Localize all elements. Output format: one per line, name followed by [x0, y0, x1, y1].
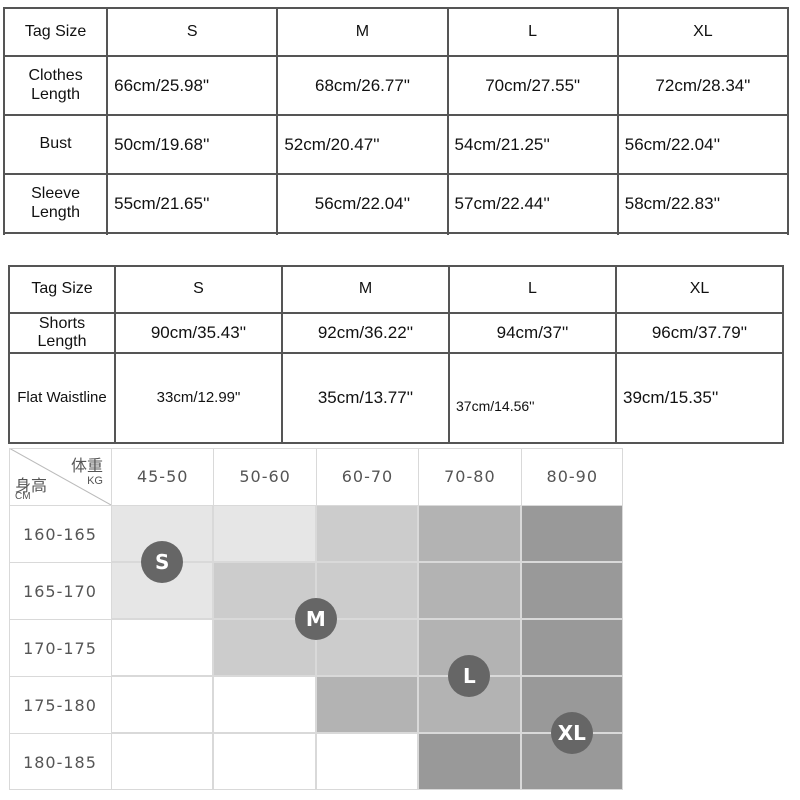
height-range-header: 175-180 — [9, 676, 111, 733]
chart-cell — [315, 676, 419, 733]
weight-range-header: 80-90 — [520, 448, 623, 505]
height-weight-size-chart: 体重 KG 身高 CM 45-50 50-60 60-70 70-80 80-90 160… — [9, 448, 623, 790]
chart-cell — [520, 562, 623, 619]
cell-value: 90cm/35.43'' — [114, 312, 283, 354]
weight-range-header: 60-70 — [315, 448, 418, 505]
size-badge-xl: XL — [550, 712, 593, 754]
height-unit: CM — [15, 491, 31, 502]
row-label-clothes-length: Clothes Length — [2, 55, 109, 116]
chart-cell — [213, 733, 316, 790]
cell-value: 50cm/19.68'' — [106, 114, 279, 175]
label-line: Length — [31, 85, 81, 103]
weight-range-header: 70-80 — [418, 448, 520, 505]
label-line: Shorts — [38, 314, 86, 332]
header-size-s: S — [106, 7, 279, 57]
cell-value: 56cm/22.04'' — [616, 114, 790, 175]
chart-cell — [213, 505, 316, 562]
cell-value: 55cm/21.65'' — [106, 173, 279, 234]
height-range-header: 180-185 — [9, 733, 111, 790]
cell-value: 39cm/15.35'' — [615, 352, 784, 444]
cell-value: 57cm/22.44'' — [446, 173, 619, 234]
chart-cell — [520, 505, 623, 562]
header-size-l: L — [446, 7, 619, 57]
table-row: Shorts Length 90cm/35.43'' 92cm/36.22'' 9… — [8, 312, 784, 354]
chart-cell — [315, 505, 419, 562]
chart-cell — [111, 619, 214, 676]
top-size-table: Tag Size S M L XL Clothes Length 66cm/25.… — [2, 7, 790, 235]
size-badge-m: M — [294, 598, 337, 640]
cell-value: 70cm/27.55" — [446, 55, 619, 116]
chart-cell — [315, 733, 419, 790]
chart-cell — [418, 505, 521, 562]
height-range-header: 165-170 — [9, 562, 111, 619]
weight-unit: KG — [87, 475, 103, 487]
cell-value: 33cm/12.99" — [114, 352, 283, 444]
chart-corner-header: 体重 KG 身高 CM — [9, 448, 111, 505]
chart-cell — [213, 676, 316, 733]
header-tag-size: Tag Size — [2, 7, 109, 57]
cell-value: 96cm/37.79'' — [615, 312, 784, 354]
cell-value: 94cm/37'' — [448, 312, 617, 354]
cell-value: 35cm/13.77'' — [281, 352, 450, 444]
chart-cell — [520, 619, 623, 676]
size-badge-l: L — [448, 655, 491, 697]
table-tail-row — [2, 232, 790, 235]
cell-value: 72cm/28.34" — [616, 55, 790, 116]
bottom-size-table: Tag Size S M L XL Shorts Length 90cm/35.4… — [8, 265, 784, 444]
header-tag-size: Tag Size — [8, 265, 116, 314]
empty-cell — [616, 232, 790, 235]
chart-cell — [418, 562, 521, 619]
height-range-header: 160-165 — [9, 505, 111, 562]
row-label-shorts-length: Shorts Length — [8, 312, 116, 354]
cell-value: 52cm/20.47'' — [276, 114, 449, 175]
label-line: Clothes — [28, 67, 83, 85]
empty-cell — [446, 232, 619, 235]
label-line: Length — [37, 333, 87, 350]
table-row: Clothes Length 66cm/25.98" 68cm/26.77" 70… — [2, 55, 790, 116]
table-row: Flat Waistline 33cm/12.99" 35cm/13.77'' … — [8, 352, 784, 444]
weight-range-header: 45-50 — [111, 448, 213, 505]
cell-value: 58cm/22.83'' — [616, 173, 790, 234]
cell-value: 54cm/21.25'' — [446, 114, 619, 175]
cell-value: 66cm/25.98" — [106, 55, 279, 116]
header-size-xl: XL — [615, 265, 784, 314]
chart-cell — [111, 676, 214, 733]
empty-cell — [106, 232, 279, 235]
cell-value: 68cm/26.77" — [276, 55, 449, 116]
empty-cell — [2, 232, 109, 235]
header-size-m: M — [276, 7, 449, 57]
weight-range-header: 50-60 — [213, 448, 315, 505]
table-row: Sleeve Length 55cm/21.65'' 56cm/22.04'' 5… — [2, 173, 790, 234]
cell-value: 56cm/22.04'' — [276, 173, 449, 234]
table-row: Bust 50cm/19.68'' 52cm/20.47'' 54cm/21.2… — [2, 114, 790, 175]
row-label-flat-waistline: Flat Waistline — [8, 352, 116, 444]
header-size-xl: XL — [616, 7, 790, 57]
row-label-bust: Bust — [2, 114, 109, 175]
table-header-row: Tag Size S M L XL — [2, 7, 790, 57]
chart-cell — [111, 733, 214, 790]
table-header-row: Tag Size S M L XL — [8, 265, 784, 314]
empty-cell — [276, 232, 449, 235]
header-size-s: S — [114, 265, 283, 314]
header-size-l: L — [448, 265, 617, 314]
cell-value: 92cm/36.22'' — [281, 312, 450, 354]
size-badge-s: S — [141, 541, 184, 583]
header-size-m: M — [281, 265, 450, 314]
label-line: Sleeve — [31, 185, 81, 203]
label-line: Length — [31, 203, 81, 221]
row-label-sleeve-length: Sleeve Length — [2, 173, 109, 234]
weight-label: 体重 — [70, 458, 103, 475]
cell-value: 37cm/14.56'' — [448, 352, 617, 444]
height-range-header: 170-175 — [9, 619, 111, 676]
chart-cell — [418, 733, 521, 790]
